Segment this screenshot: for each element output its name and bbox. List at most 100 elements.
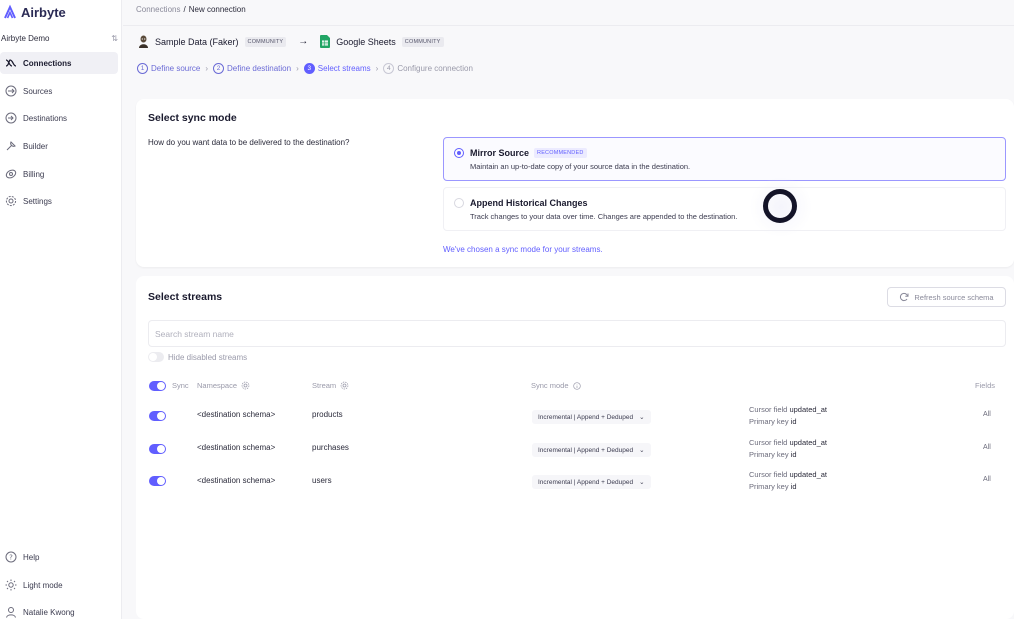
refresh-schema-button[interactable]: Refresh source schema [887, 287, 1006, 307]
cursor-value: updated_at [789, 438, 827, 447]
sidebar-item-label: Help [23, 552, 40, 562]
select-streams-card: Select streams Refresh source schema Hid… [136, 276, 1014, 619]
chevron-right-icon: › [375, 64, 379, 73]
step-number: 2 [213, 63, 225, 74]
airbyte-logo[interactable]: Airbyte [2, 4, 66, 20]
step-select-streams: 3 Select streams [303, 63, 371, 74]
pk-label: Primary key [749, 482, 789, 491]
sync-mode-dropdown[interactable]: Incremental | Append + Deduped ⌄ [532, 443, 651, 457]
cursor-pk-info: Cursor field updated_at Primary key id [749, 437, 827, 461]
header-namespace-label: Namespace [197, 381, 238, 390]
app-name: Airbyte [21, 4, 66, 20]
source-badge: COMMUNITY [244, 36, 287, 47]
chevron-right-icon: › [205, 64, 209, 73]
cursor-value: updated_at [789, 470, 827, 479]
streams-title: Select streams [148, 291, 223, 303]
sync-option-append-historical[interactable]: Append Historical Changes Track changes … [443, 187, 1006, 231]
info-icon[interactable] [572, 381, 581, 390]
gear-icon[interactable] [241, 381, 250, 390]
step-label: Select streams [317, 64, 371, 73]
toggle-switch-off[interactable] [148, 352, 164, 362]
sidebar-item-connections[interactable]: Connections [0, 52, 118, 74]
namespace-cell: <destination schema> [197, 476, 276, 485]
workspace-selector[interactable]: Airbyte Demo ⇅ [0, 31, 122, 45]
sync-all-toggle[interactable] [149, 381, 166, 391]
sidebar-item-sources[interactable]: Sources [0, 80, 118, 102]
hide-disabled-toggle[interactable]: Hide disabled streams [148, 352, 247, 362]
option-title-wrap: Mirror Source RECOMMENDED [470, 148, 587, 158]
cursor-pk-info: Cursor field updated_at Primary key id [749, 404, 827, 428]
stream-sync-toggle[interactable] [149, 444, 166, 454]
arrow-right-icon: → [298, 36, 309, 47]
builder-icon [6, 141, 16, 151]
source-name: Sample Data (Faker) [155, 36, 239, 47]
sync-mode-value: Incremental | Append + Deduped [538, 413, 634, 421]
sidebar-item-user[interactable]: Natalie Kwong [0, 601, 118, 619]
sync-option-mirror-source[interactable]: Mirror Source RECOMMENDED Maintain an up… [443, 137, 1006, 181]
header-sync-mode-label: Sync mode [531, 381, 569, 390]
stream-name-cell: users [312, 476, 332, 485]
header-fields: Fields [975, 381, 995, 390]
fields-cell[interactable]: All [983, 444, 991, 451]
step-number: 3 [303, 63, 315, 74]
sidebar-item-label: Destinations [23, 113, 68, 123]
option-description: Maintain an up-to-date copy of your sour… [470, 162, 691, 171]
wizard-steps: 1 Define source › 2 Define destination ›… [137, 63, 473, 74]
sidebar-item-light-mode[interactable]: Light mode [0, 574, 118, 596]
header-stream: Stream [312, 381, 349, 390]
option-title-wrap: Append Historical Changes [470, 198, 588, 208]
connections-icon [5, 59, 17, 67]
option-description: Track changes to your data over time. Ch… [470, 212, 738, 221]
sync-mode-dropdown[interactable]: Incremental | Append + Deduped ⌄ [532, 410, 651, 424]
header-sync-label: Sync [172, 381, 189, 390]
sidebar-item-label: Connections [23, 58, 72, 68]
step-label: Define destination [227, 64, 292, 73]
stream-name-cell: purchases [312, 443, 349, 452]
step-define-destination[interactable]: 2 Define destination [213, 63, 291, 74]
faker-source-icon [139, 35, 148, 48]
step-label: Configure connection [397, 64, 473, 73]
refresh-icon [900, 292, 909, 302]
breadcrumb: Connections / New connection [136, 5, 246, 14]
stream-search-input[interactable] [148, 320, 1006, 347]
stream-sync-toggle[interactable] [149, 476, 166, 486]
radio-unselected[interactable] [454, 198, 464, 208]
sync-mode-card: Select sync mode How do you want data to… [136, 99, 1014, 267]
radio-selected[interactable] [454, 148, 464, 158]
user-icon [6, 607, 16, 618]
sidebar-item-builder[interactable]: Builder [0, 135, 118, 157]
billing-icon [5, 169, 17, 179]
pk-value: id [790, 450, 797, 459]
stream-name-cell: products [312, 410, 343, 419]
cursor-pk-info: Cursor field updated_at Primary key id [749, 469, 827, 493]
step-define-source[interactable]: 1 Define source [137, 63, 200, 74]
breadcrumb-link-connections[interactable]: Connections [136, 5, 180, 14]
loading-spinner-icon [763, 189, 797, 223]
chevron-down-icon: ⌄ [639, 414, 645, 421]
sources-icon [5, 85, 17, 97]
step-configure-connection: 4 Configure connection [383, 63, 473, 74]
namespace-cell: <destination schema> [197, 443, 276, 452]
destination-badge: COMMUNITY [401, 36, 444, 47]
cursor-label: Cursor field [749, 470, 788, 479]
sync-mode-dropdown[interactable]: Incremental | Append + Deduped ⌄ [532, 475, 651, 489]
fields-cell[interactable]: All [983, 476, 991, 483]
stream-sync-toggle[interactable] [149, 411, 166, 421]
chevron-right-icon: › [296, 64, 299, 73]
sidebar-item-settings[interactable]: Settings [0, 190, 118, 212]
sidebar-item-label: Light mode [23, 580, 63, 590]
sidebar-item-billing[interactable]: Billing [0, 163, 118, 185]
header-divider [123, 25, 1014, 26]
cursor-label: Cursor field [749, 438, 788, 447]
recommended-badge: RECOMMENDED [534, 148, 587, 158]
sidebar-item-label: Natalie Kwong [23, 607, 75, 617]
sidebar-item-destinations[interactable]: Destinations [0, 107, 118, 129]
svg-text:?: ? [9, 554, 13, 562]
gear-icon[interactable] [340, 381, 349, 390]
chevron-down-icon: ⌄ [639, 447, 645, 454]
sidebar-item-help[interactable]: ? Help [0, 546, 118, 568]
sync-mode-value: Incremental | Append + Deduped [538, 446, 634, 454]
breadcrumb-current: New connection [188, 5, 246, 14]
refresh-label: Refresh source schema [914, 292, 994, 302]
fields-cell[interactable]: All [983, 411, 991, 418]
